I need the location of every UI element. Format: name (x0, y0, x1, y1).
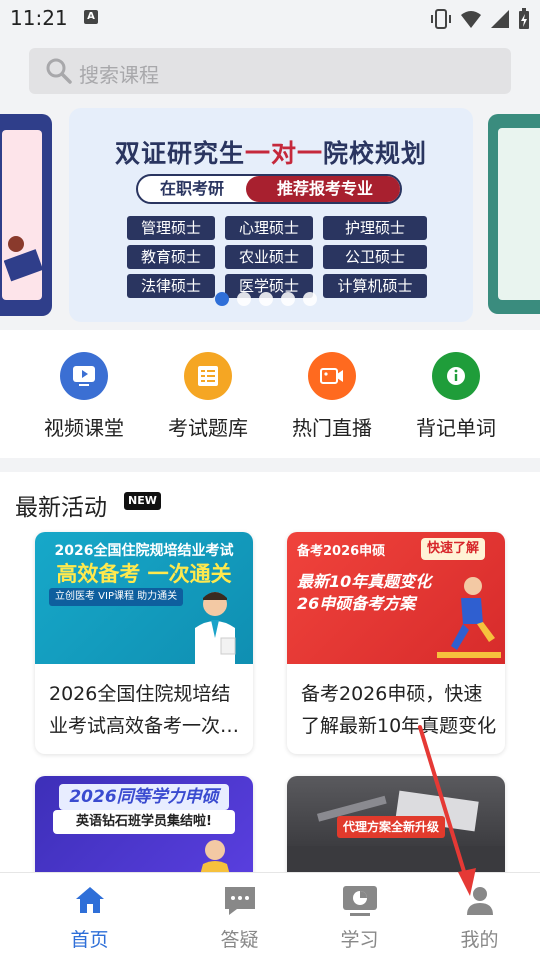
activity-section: 最新活动 NEW 2026全国住院规培结业考试 高效备考 一次通关 立创医考 V… (0, 472, 540, 886)
nav-label: 答疑 (220, 929, 259, 951)
home-icon (75, 887, 104, 913)
question-bank-icon (184, 352, 232, 400)
card-image-headline: 最新10年真题变化 (297, 572, 432, 591)
carousel-dot[interactable] (237, 292, 251, 306)
activity-card[interactable]: 代理方案全新升级 (287, 776, 505, 886)
search-icon (46, 58, 72, 84)
study-screen-icon (342, 886, 377, 916)
quick-menu: 视频课堂 考试题库 热门直播 背记单词 (0, 330, 540, 458)
new-badge: NEW (124, 492, 161, 510)
nav-label: 学习 (340, 929, 379, 951)
illustration-icon (4, 236, 44, 282)
nav-profile[interactable]: 我的 (412, 873, 540, 960)
quick-menu-label: 考试题库 (168, 416, 248, 440)
card-image-subtitle: 英语钻石班学员集结啦! (53, 810, 235, 834)
banner-tag: 护理硕士 (323, 216, 427, 240)
banner-pill-right: 推荐报考专业 (246, 176, 400, 202)
card-image-headline: 高效备考 一次通关 (56, 562, 232, 586)
card-title: 备考2026申硕，快速了解最新10年真题变化 (301, 683, 497, 737)
banner-slide[interactable]: 双证研究生一对一院校规划 在职考研 推荐报考专业 管理硕士 心理硕士 护理硕士 … (69, 108, 473, 322)
battery-icon (519, 8, 529, 29)
nav-study[interactable]: 学习 (292, 873, 427, 960)
card-image-badge: 快速了解 (421, 538, 486, 560)
card-image-headline: 代理方案全新升级 (337, 816, 446, 838)
live-camera-icon (308, 352, 356, 400)
nav-label: 首页 (70, 929, 109, 951)
search-placeholder: 搜索课程 (79, 63, 159, 87)
banner-pill-left: 在职考研 (159, 179, 224, 198)
card-image-subtitle: 26申硕备考方案 (297, 594, 416, 613)
carousel-dot[interactable] (281, 292, 295, 306)
banner-tag: 管理硕士 (127, 216, 215, 240)
banner-tag: 法律硕士 (127, 274, 215, 298)
banner-tag: 农业硕士 (225, 245, 313, 269)
banner-tag: 计算机硕士 (323, 274, 427, 298)
nav-label: 我的 (460, 929, 499, 951)
banner-tag: 教育硕士 (127, 245, 215, 269)
video-play-icon (60, 352, 108, 400)
activity-card[interactable]: 备考2026申硕 快速了解 最新10年真题变化 26申硕备考方案 备考2026申… (287, 532, 505, 754)
card-title: 2026全国住院规培结业考试高效备考一次通关 (49, 683, 240, 737)
search-input[interactable]: 搜索课程 (29, 48, 511, 94)
banner-carousel[interactable]: 双证研究生一对一院校规划 在职考研 推荐报考专业 管理硕士 心理硕士 护理硕士 … (0, 102, 540, 328)
banner-next-slide[interactable] (488, 114, 540, 314)
signal-icon (491, 10, 509, 28)
quick-menu-vocab[interactable]: 背记单词 (394, 352, 518, 441)
status-icons (430, 8, 530, 30)
card-image-subtitle: 立创医考 VIP课程 助力通关 (49, 588, 184, 606)
banner-tag: 公卫硕士 (323, 245, 427, 269)
doctor-illustration-icon (195, 592, 236, 664)
banner-prev-slide[interactable] (0, 114, 52, 316)
carousel-indicator (215, 292, 317, 306)
status-bar: 11:21 A (0, 0, 540, 36)
banner-title: 双证研究生一对一院校规划 (114, 139, 428, 168)
info-icon (432, 352, 480, 400)
status-time: 11:21 (10, 6, 68, 30)
section-title: 最新活动 (15, 495, 107, 521)
bottom-nav: 首页 答疑 学习 我的 (0, 872, 540, 960)
quick-menu-label: 背记单词 (416, 416, 496, 440)
wifi-icon (461, 11, 481, 28)
card-image-title: 2026全国住院规培结业考试 (54, 543, 234, 559)
quick-menu-question-bank[interactable]: 考试题库 (146, 352, 270, 441)
search-bar-area: 搜索课程 (0, 36, 540, 102)
quick-menu-live[interactable]: 热门直播 (270, 352, 394, 441)
quick-menu-label: 热门直播 (292, 416, 372, 440)
carousel-dot[interactable] (215, 292, 229, 306)
carousel-dot[interactable] (259, 292, 273, 306)
nav-qa[interactable]: 答疑 (172, 873, 307, 960)
quick-menu-video[interactable]: 视频课堂 (22, 352, 146, 441)
card-image: 备考2026申硕 快速了解 最新10年真题变化 26申硕备考方案 (287, 532, 505, 664)
card-image-headline: 2026同等学力申硕 (59, 784, 229, 810)
carousel-dot[interactable] (303, 292, 317, 306)
card-image: 2026同等学力申硕 英语钻石班学员集结啦! (35, 776, 253, 886)
banner-tag: 心理硕士 (225, 216, 313, 240)
card-image-tag: 备考2026申硕 (297, 544, 386, 559)
card-image: 2026全国住院规培结业考试 高效备考 一次通关 立创医考 VIP课程 助力通关 (35, 532, 253, 664)
banner-pill: 在职考研 推荐报考专业 (136, 174, 402, 204)
nav-home[interactable]: 首页 (22, 873, 157, 960)
banner-tags: 管理硕士 心理硕士 护理硕士 教育硕士 农业硕士 公卫硕士 法律硕士 医学硕士 … (127, 216, 427, 298)
profile-icon (466, 887, 493, 915)
keyboard-indicator-icon: A (84, 10, 98, 24)
card-image: 代理方案全新升级 (287, 776, 505, 886)
quick-menu-label: 视频课堂 (44, 416, 124, 440)
activity-card[interactable]: 2026全国住院规培结业考试 高效备考 一次通关 立创医考 VIP课程 助力通关… (35, 532, 253, 754)
chat-icon (224, 887, 255, 915)
runner-illustration-icon (437, 577, 501, 658)
vibrate-icon (431, 9, 451, 29)
activity-card[interactable]: 2026同等学力申硕 英语钻石班学员集结啦! (35, 776, 253, 886)
